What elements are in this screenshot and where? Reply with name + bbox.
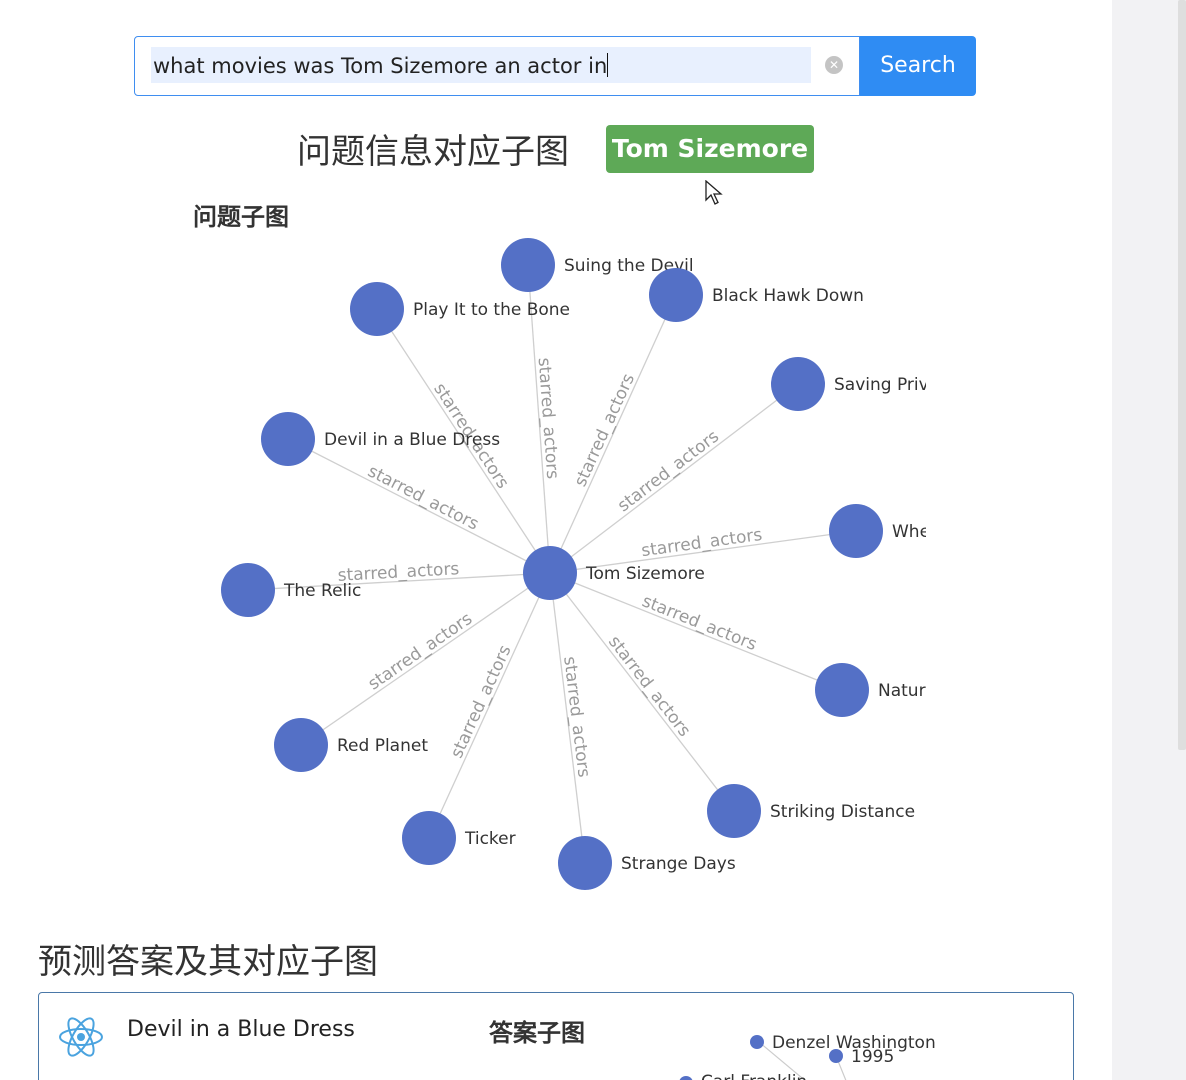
graph-node-label: Play It to the Bone <box>413 300 570 320</box>
mini-node[interactable] <box>750 1035 764 1049</box>
graph-node[interactable] <box>649 268 703 322</box>
graph-node[interactable] <box>274 718 328 772</box>
graph-node[interactable] <box>402 811 456 865</box>
edge-label: starred_actors <box>559 655 593 778</box>
edge-label: starred_actors <box>447 642 516 761</box>
edge-label: starred_actors <box>639 591 760 655</box>
mini-node[interactable] <box>829 1049 843 1063</box>
graph-node-label: Whe <box>892 522 930 542</box>
graph-node[interactable] <box>707 784 761 838</box>
graph-node-label: The Relic <box>283 581 361 601</box>
edge-label: starred_actors <box>614 426 723 516</box>
answers-heading: 预测答案及其对应子图 <box>38 942 378 982</box>
graph-node[interactable] <box>350 282 404 336</box>
edge-label: starred_actors <box>365 609 477 695</box>
graph-node-label: Black Hawk Down <box>712 286 864 306</box>
page: what movies was Tom Sizemore an actor in… <box>0 0 1112 1080</box>
right-gutter <box>1112 0 1186 1080</box>
graph-node-label: Red Planet <box>337 736 428 756</box>
question-graph[interactable]: starred_actorsstarred_actors starred_acto… <box>0 0 1112 900</box>
edge-label: starred_actors <box>604 632 694 741</box>
graph-node-label: Striking Distance <box>770 802 915 822</box>
mini-node-label: Carl Franklin <box>701 1072 807 1080</box>
answer-card[interactable]: Devil in a Blue Dress 答案子图 st r Denzel W… <box>38 992 1074 1080</box>
graph-node[interactable] <box>815 663 869 717</box>
answer-graph[interactable]: st r Denzel Washington 1995 Carl Frankli… <box>39 993 1073 1080</box>
mini-node[interactable] <box>679 1076 693 1080</box>
graph-node[interactable] <box>501 238 555 292</box>
scrollbar[interactable] <box>1178 0 1186 750</box>
edge-label: starred_actors <box>640 525 763 561</box>
edge-label: starred_actors <box>534 357 563 480</box>
edge-label: starred_actors <box>571 371 640 490</box>
graph-node[interactable] <box>771 357 825 411</box>
graph-center-node[interactable] <box>523 546 577 600</box>
mini-node-label: 1995 <box>851 1047 894 1067</box>
graph-node[interactable] <box>261 412 315 466</box>
graph-node[interactable] <box>558 836 612 890</box>
graph-node-label: Natur <box>878 681 926 701</box>
graph-node-label: Ticker <box>464 829 516 849</box>
graph-node[interactable] <box>829 504 883 558</box>
graph-node-label: Saving Priv <box>834 375 929 395</box>
graph-node[interactable] <box>221 563 275 617</box>
edge-label: starred_actors <box>364 461 482 534</box>
graph-center-label: Tom Sizemore <box>585 564 705 584</box>
graph-node-label: Devil in a Blue Dress <box>324 430 500 450</box>
graph-node-label: Strange Days <box>621 854 736 874</box>
